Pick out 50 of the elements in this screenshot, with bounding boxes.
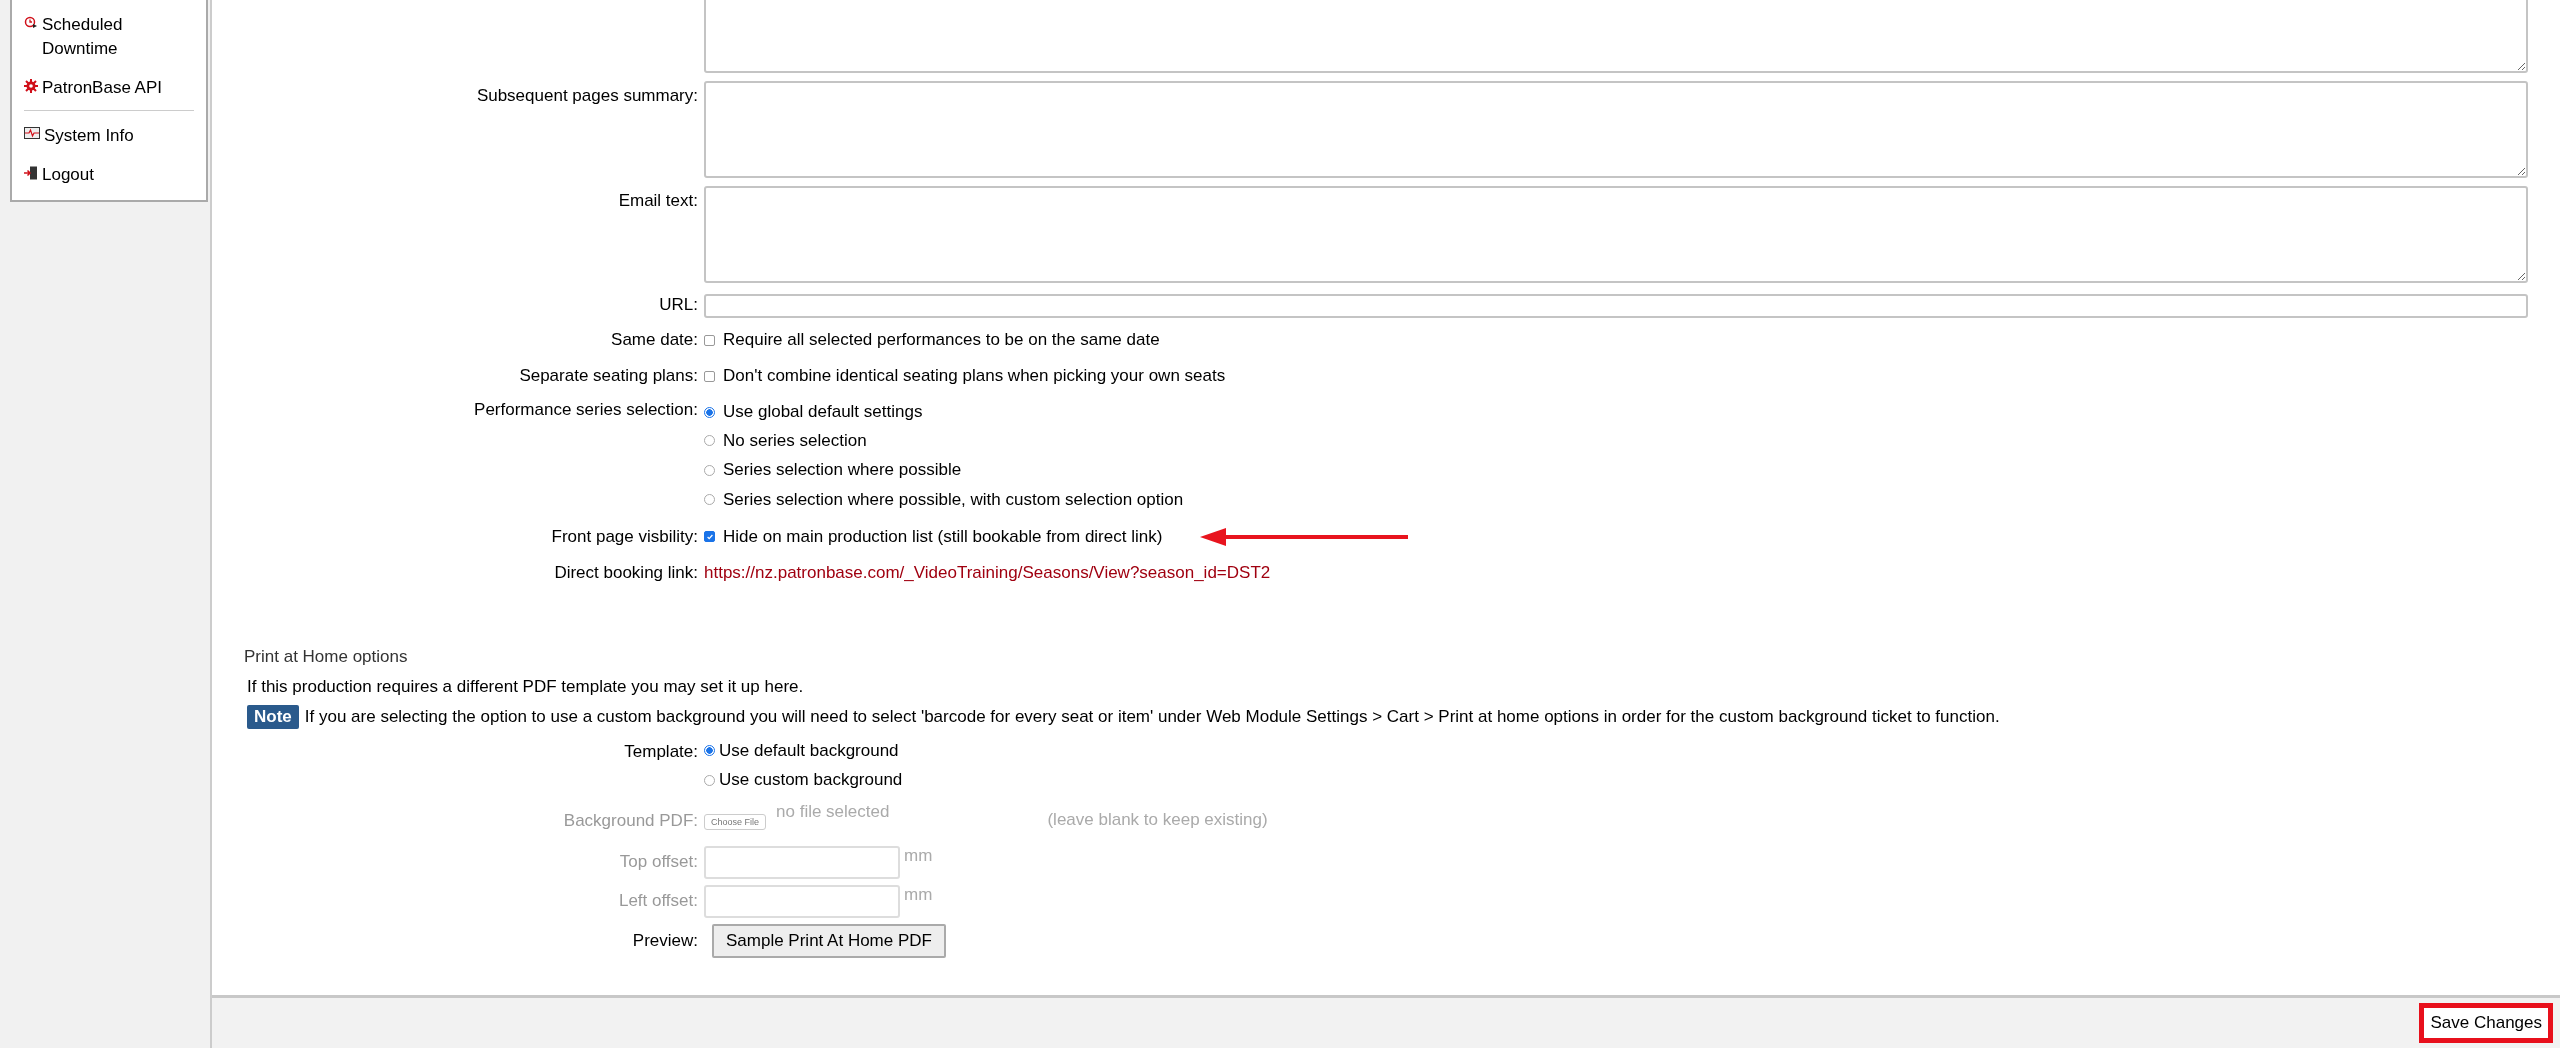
field-label: Top offset: [619,852,698,872]
field-label: Separate seating plans: [519,366,698,386]
field-label: Left offset: [618,891,698,911]
text-area[interactable] [704,81,2528,178]
sample-pdf-button[interactable]: Sample Print At Home PDF [712,923,946,958]
field-hint: (leave blank to keep existing) [1047,809,1268,830]
file-status: no file selected [776,801,890,822]
field-label: Direct booking link: [554,562,698,583]
radio-label: Series selection where possible [723,460,962,481]
radio-button[interactable] [704,745,715,756]
sidebar-item[interactable]: System Info [44,124,134,148]
field-label: Same date: [611,330,698,350]
text-area[interactable] [704,0,2528,73]
checkbox[interactable] [704,334,715,346]
radio-label: No series selection [723,430,867,451]
radio-label: Use default background [719,740,899,761]
radio-label: Use custom background [719,770,903,790]
booking-link[interactable]: https://nz.patronbase.com/_VideoTraining/Seasons/View?season_id=DST2 [704,562,1271,583]
note-text: If you are selecting the option to use a custom background you will need to select 'barcode for every seat or item' under Web Module Settings > Cart > Print at home options in order for the custom background ticket to function. [304,706,2000,727]
sidebar-item[interactable]: Scheduled Downtime [42,13,132,61]
sidebar-item[interactable]: PatronBase API [42,76,163,100]
field-label: Performance series selection: [474,400,698,420]
field-label: Front page visbility: [551,526,698,547]
checkbox[interactable] [704,370,715,382]
radio-button[interactable] [704,406,715,418]
logout-icon [24,166,38,180]
note-badge: Note [247,704,299,729]
field-label: Template: [624,741,698,762]
url-field[interactable] [704,294,2528,318]
intro-text: If this production requires a different PDF template you may set it up here. [247,676,805,697]
field-label: Email text: [618,191,698,211]
field-label: Subsequent pages summary: [476,86,698,106]
sidebar-item[interactable]: Logout [42,163,94,187]
radio-label: Use global default settings [723,402,923,422]
field-label: Preview: [632,930,698,951]
checkbox-label: Don't combine identical seating plans when picking your own seats [723,366,1226,386]
unit-label: mm [904,845,933,866]
save-button[interactable]: Save Changes [2419,1003,2553,1043]
checkbox[interactable] [704,531,715,542]
text-area[interactable] [704,186,2528,283]
checkbox-label: Require all selected performances to be on the same date [723,330,1160,350]
checkbox-label: Hide on main production list (still bookable from direct link) [723,526,1163,547]
section-heading: Print at Home options [244,646,409,667]
clock-icon [24,16,38,30]
unit-label: mm [904,884,933,905]
radio-label: Series selection where possible, with custom selection option [723,489,1184,510]
field-label: URL: [659,294,698,315]
gear-icon [24,79,38,93]
monitor-icon [24,127,40,141]
field-label: Background PDF: [563,810,698,831]
